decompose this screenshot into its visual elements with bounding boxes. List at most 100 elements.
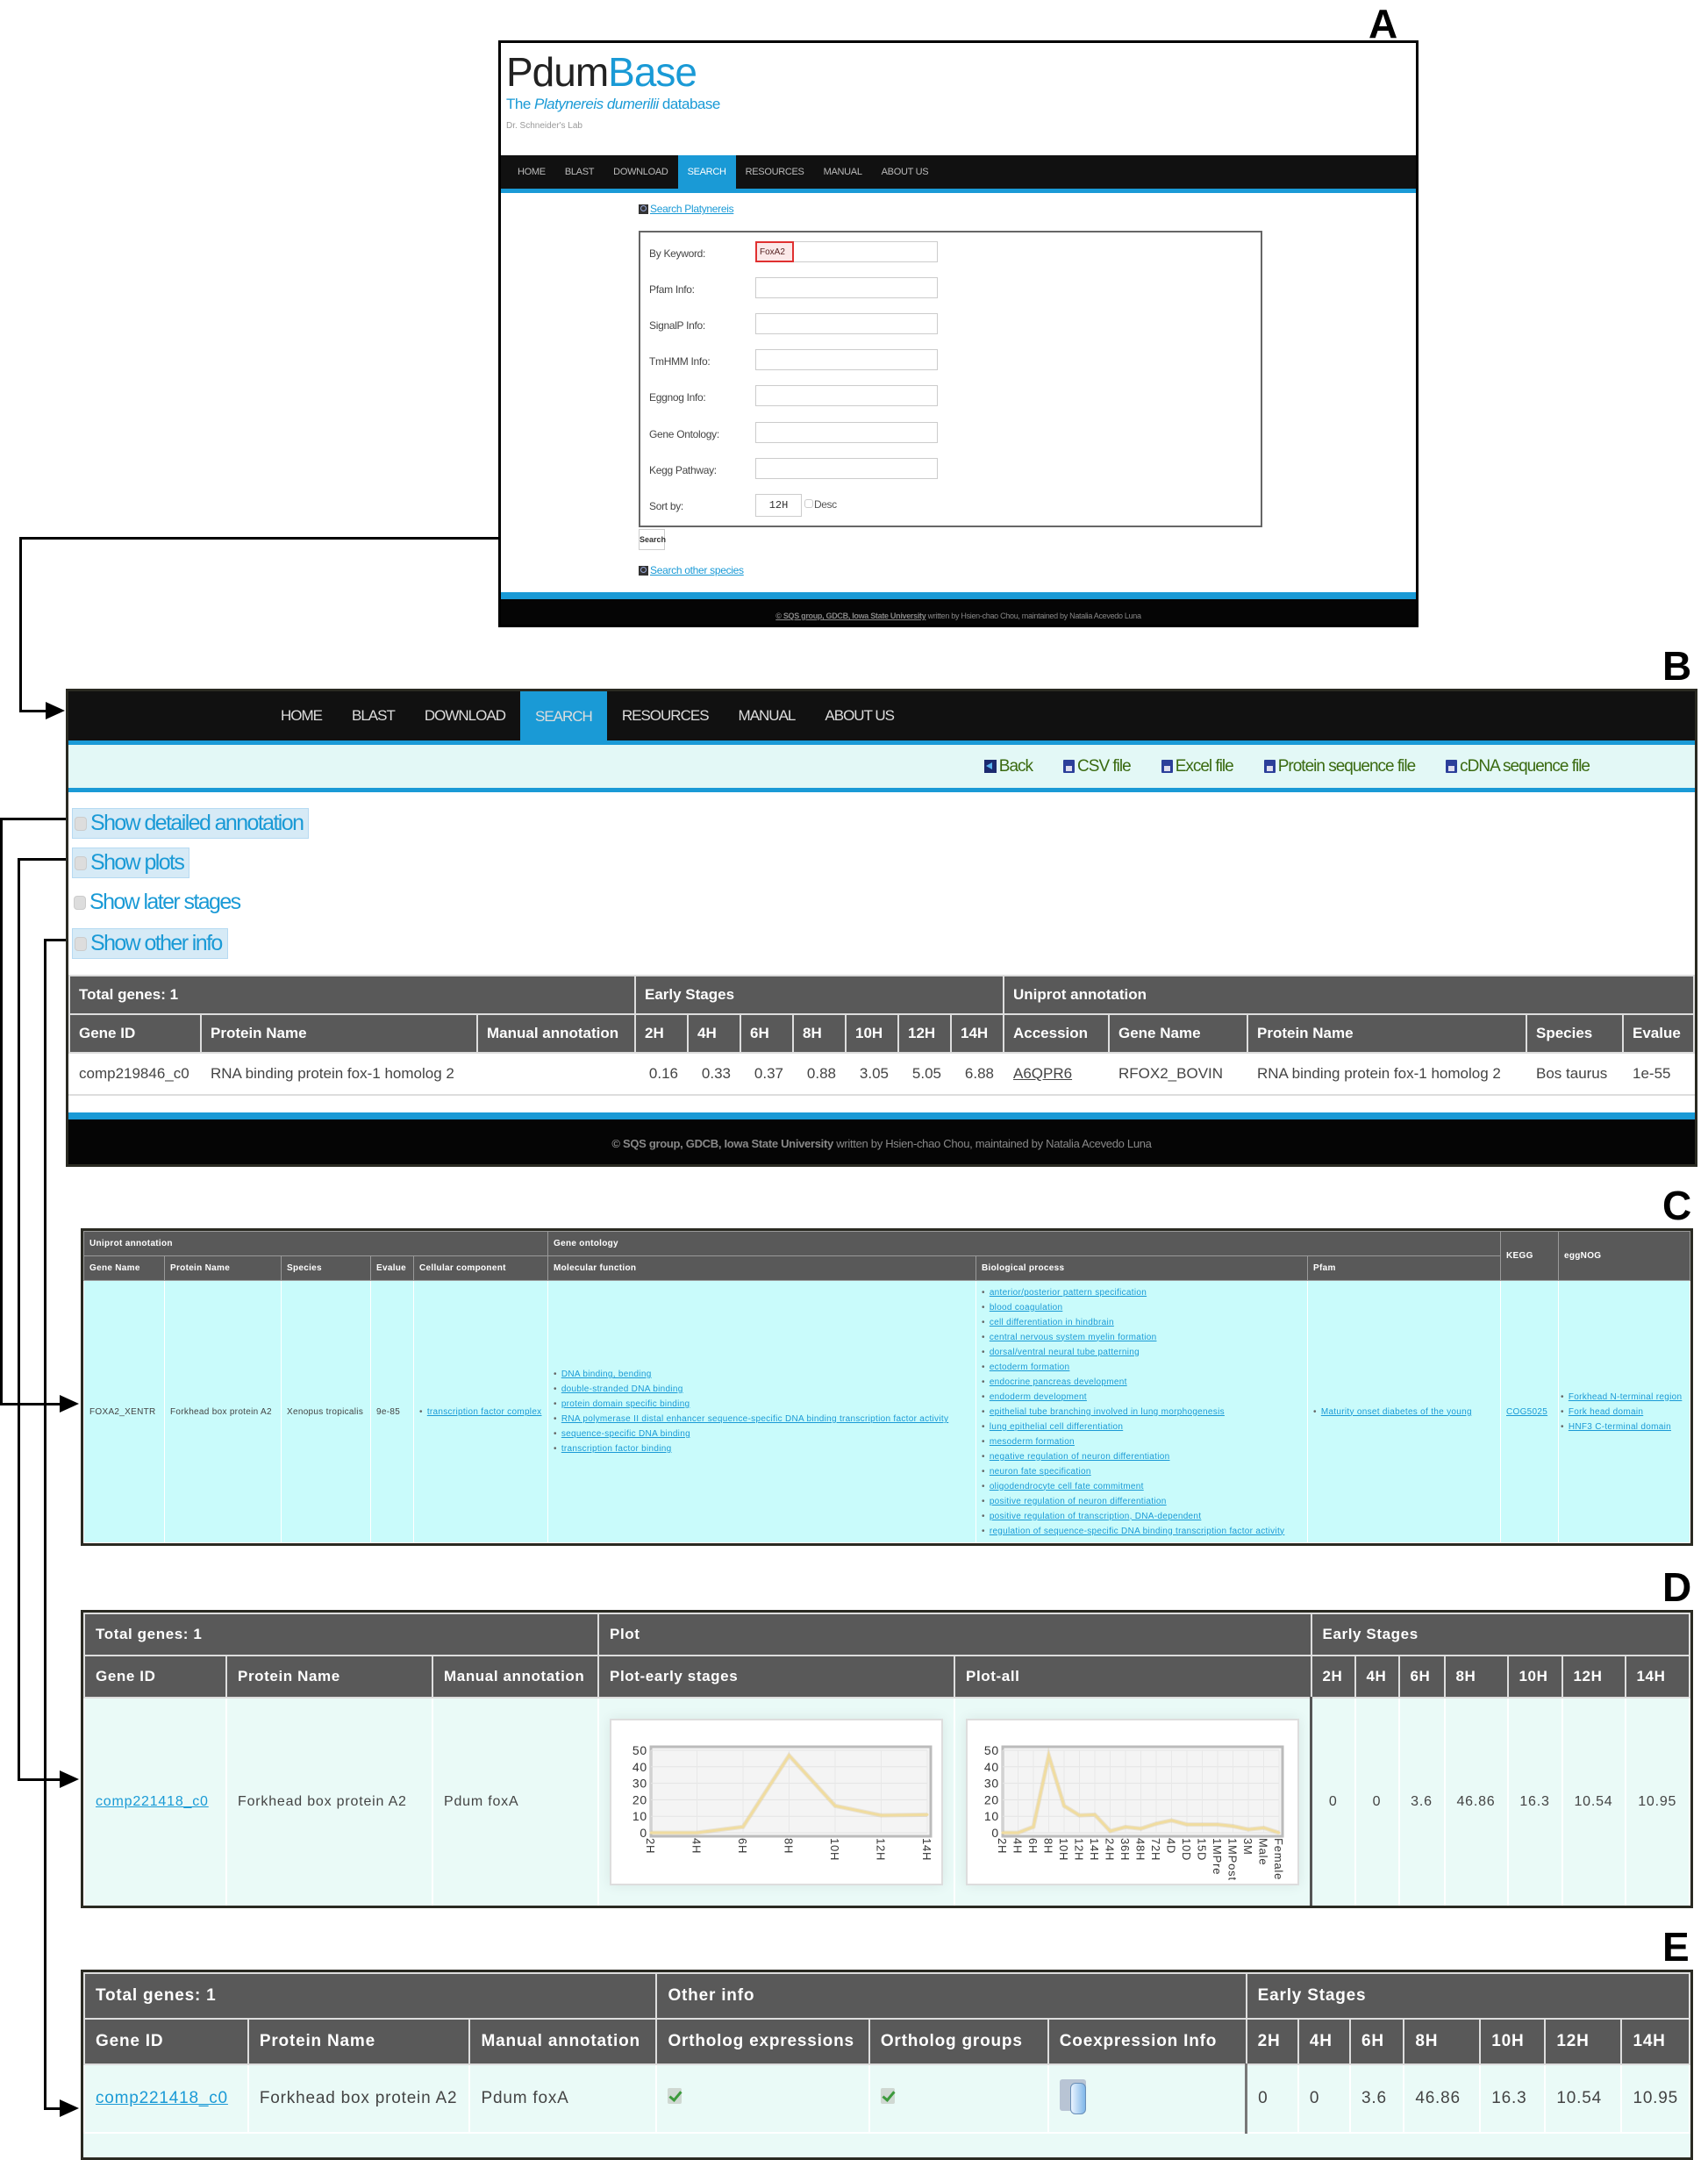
search-button[interactable]: Search xyxy=(639,529,666,550)
sort-select[interactable]: 12H xyxy=(755,494,802,517)
go-term-link[interactable]: endocrine pancreas development xyxy=(990,1377,1127,1387)
col-protein-name[interactable]: Protein Name xyxy=(247,2018,471,2065)
footer-link[interactable]: © SQS group, GDCB, Iowa State University xyxy=(775,612,925,620)
nav-search[interactable]: SEARCH xyxy=(519,691,607,741)
go-term-link[interactable]: anterior/posterior pattern specification xyxy=(990,1288,1147,1298)
gene-id-link[interactable]: comp219846_c0 xyxy=(68,1052,202,1096)
kegg-input[interactable] xyxy=(755,458,938,479)
nav-blast[interactable]: BLAST xyxy=(555,155,604,189)
col-8h[interactable]: 8H xyxy=(1403,2018,1482,2065)
go-term-link[interactable]: positive regulation of neuron differenti… xyxy=(990,1497,1167,1506)
col-10h[interactable]: 10H xyxy=(1479,2018,1547,2065)
go-term-link[interactable]: lung epithelial cell differentiation xyxy=(990,1422,1123,1432)
col-evalue[interactable]: Evalue xyxy=(1622,1013,1695,1054)
col-2h[interactable]: 2H xyxy=(1245,2018,1299,2065)
toggle-plots[interactable]: Show plots xyxy=(72,848,190,878)
go-term-link[interactable]: cell differentiation in hindbrain xyxy=(990,1318,1114,1327)
go-term-link[interactable]: double-stranded DNA binding xyxy=(561,1384,683,1394)
eggnog-link[interactable]: Fork head domain xyxy=(1569,1407,1643,1417)
cdna-sequence-file-link[interactable]: cDNA sequence file xyxy=(1446,757,1590,776)
check-icon[interactable] xyxy=(880,2088,895,2104)
col-4h[interactable]: 4H xyxy=(1354,1655,1400,1699)
nav-home[interactable]: HOME xyxy=(508,155,555,189)
nav-resources[interactable]: RESOURCES xyxy=(736,155,814,189)
nav-resources[interactable]: RESOURCES xyxy=(607,691,724,740)
check-icon[interactable] xyxy=(668,2088,682,2104)
col-12h[interactable]: 12H xyxy=(897,1013,952,1054)
go-term-link[interactable]: dorsal/ventral neural tube patterning xyxy=(990,1348,1140,1357)
col-8h[interactable]: 8H xyxy=(792,1013,847,1054)
toggle-detailed-annotation[interactable]: Show detailed annotation xyxy=(72,808,310,839)
back-link[interactable]: Back xyxy=(983,757,1033,776)
csv-file-link[interactable]: CSV file xyxy=(1063,757,1132,776)
pfam-input[interactable] xyxy=(755,277,938,298)
nav-download[interactable]: DOWNLOAD xyxy=(410,691,520,740)
nav-manual[interactable]: MANUAL xyxy=(724,691,811,740)
col-protein-name[interactable]: Protein Name xyxy=(225,1655,433,1699)
go-term-link[interactable]: RNA polymerase II distal enhancer sequen… xyxy=(561,1414,948,1424)
col-gene-id[interactable]: Gene ID xyxy=(83,1655,227,1699)
go-term-link[interactable]: positive regulation of transcription, DN… xyxy=(990,1512,1202,1521)
go-term-link[interactable]: protein domain specific binding xyxy=(561,1399,690,1409)
nav-blast[interactable]: BLAST xyxy=(337,691,410,740)
kegg-link[interactable]: COG5025 xyxy=(1506,1407,1547,1417)
gene-id-link[interactable]: comp221418_c0 xyxy=(96,1794,209,1809)
desc-checkbox[interactable] xyxy=(804,499,813,508)
gene-ontology-input[interactable] xyxy=(755,422,938,443)
col-4h[interactable]: 4H xyxy=(1297,2018,1352,2065)
go-term-link[interactable]: sequence-specific DNA binding xyxy=(561,1429,690,1439)
nav-download[interactable]: DOWNLOAD xyxy=(604,155,677,189)
checkbox[interactable] xyxy=(75,936,87,951)
col-manual-annotation[interactable]: Manual annotation xyxy=(476,1013,636,1054)
col-species[interactable]: Species xyxy=(1526,1013,1624,1054)
go-term-link[interactable]: negative regulation of neuron differenti… xyxy=(990,1452,1170,1462)
gene-id-link[interactable]: comp221418_c0 xyxy=(96,2089,228,2107)
toggle-later-stages[interactable]: Show later stages xyxy=(72,888,246,917)
nav-home[interactable]: HOME xyxy=(266,691,337,740)
col-gene-id[interactable]: Gene ID xyxy=(83,2018,249,2065)
col-2h[interactable]: 2H xyxy=(634,1013,689,1054)
go-term-link[interactable]: oligodendrocyte cell fate commitment xyxy=(990,1482,1144,1491)
site-logo[interactable]: PdumBase xyxy=(506,48,697,96)
col-10h[interactable]: 10H xyxy=(845,1013,899,1054)
excel-file-link[interactable]: Excel file xyxy=(1161,757,1234,776)
go-term-link[interactable]: regulation of sequence-specific DNA bind… xyxy=(990,1527,1285,1536)
go-term-link[interactable]: mesoderm formation xyxy=(990,1437,1075,1447)
col-14h[interactable]: 14H xyxy=(1624,1655,1690,1699)
col-12h[interactable]: 12H xyxy=(1561,1655,1626,1699)
tmhmm-input[interactable] xyxy=(755,349,938,370)
col-4h[interactable]: 4H xyxy=(687,1013,741,1054)
nav-about-us[interactable]: ABOUT US xyxy=(810,691,909,740)
signalp-input[interactable] xyxy=(755,313,938,334)
go-term-link[interactable]: ectoderm formation xyxy=(990,1363,1070,1372)
col-2h[interactable]: 2H xyxy=(1310,1655,1356,1699)
checkbox[interactable] xyxy=(75,855,87,870)
go-term-link[interactable]: endoderm development xyxy=(990,1392,1087,1402)
go-term-link[interactable]: epithelial tube branching involved in lu… xyxy=(990,1407,1225,1417)
toggle-other-info[interactable]: Show other info xyxy=(72,928,228,959)
col-protein-name[interactable]: Protein Name xyxy=(200,1013,478,1054)
go-term-link[interactable]: neuron fate specification xyxy=(990,1467,1091,1477)
col-8h[interactable]: 8H xyxy=(1443,1655,1509,1699)
checkbox[interactable] xyxy=(75,816,87,831)
pfam-link[interactable]: Maturity onset diabetes of the young xyxy=(1321,1407,1472,1417)
accession-link[interactable]: A6QPR6 xyxy=(1003,1052,1110,1096)
eggnog-link[interactable]: Forkhead N-terminal region xyxy=(1569,1392,1683,1402)
nav-manual[interactable]: MANUAL xyxy=(814,155,872,189)
eggnog-link[interactable]: HNF3 C-terminal domain xyxy=(1569,1422,1671,1432)
col-accession[interactable]: Accession xyxy=(1003,1013,1110,1054)
go-term-link[interactable]: DNA binding, bending xyxy=(561,1370,652,1379)
go-term-link[interactable]: blood coagulation xyxy=(990,1303,1063,1312)
col-6h[interactable]: 6H xyxy=(1397,1655,1446,1699)
checkbox[interactable] xyxy=(74,895,86,910)
col-12h[interactable]: 12H xyxy=(1544,2018,1623,2065)
col-14h[interactable]: 14H xyxy=(950,1013,1004,1054)
search-other-species-link[interactable]: Search other species xyxy=(639,564,744,576)
go-term-link[interactable]: transcription factor complex xyxy=(427,1407,542,1417)
col-14h[interactable]: 14H xyxy=(1620,2018,1690,2065)
go-term-link[interactable]: transcription factor binding xyxy=(561,1444,672,1454)
col-6h[interactable]: 6H xyxy=(1349,2018,1405,2065)
nav-about-us[interactable]: ABOUT US xyxy=(872,155,939,189)
col-gene-id[interactable]: Gene ID xyxy=(68,1013,202,1054)
eggnog-input[interactable] xyxy=(755,385,938,406)
